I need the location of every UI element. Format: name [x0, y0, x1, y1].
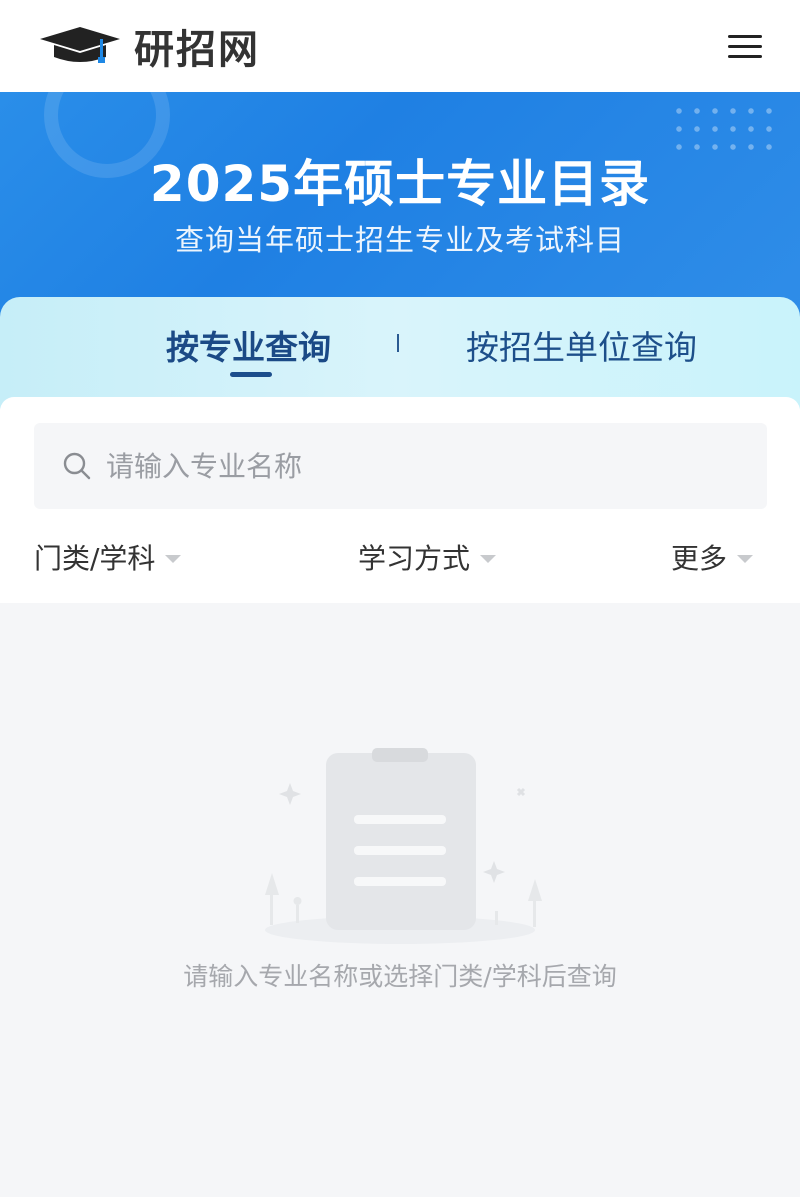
- empty-state-illustration: [265, 748, 542, 944]
- caret-down-icon: [737, 555, 754, 563]
- hero-banner: 2025年硕士专业目录 查询当年硕士招生专业及考试科目: [0, 92, 800, 318]
- hamburger-menu-icon: [728, 35, 762, 38]
- tab-divider: [397, 334, 399, 352]
- site-logo[interactable]: 研招网: [36, 17, 260, 75]
- search-icon: [63, 452, 91, 480]
- graduation-cap-icon: [40, 27, 120, 63]
- banner-title: 2025年硕士专业目录: [149, 155, 651, 213]
- tab-by-institution[interactable]: 按招生单位查询: [466, 321, 697, 369]
- caret-down-icon: [165, 555, 182, 563]
- top-navigation-bar: 研招网: [0, 0, 800, 92]
- filter-study-mode[interactable]: 学习方式: [358, 537, 497, 577]
- menu-button[interactable]: [728, 31, 764, 61]
- query-mode-tabs: 按专业查询 按招生单位查询: [0, 297, 800, 409]
- search-box[interactable]: [34, 423, 767, 509]
- filter-label: 门类/学科: [34, 542, 156, 575]
- banner-subtitle: 查询当年硕士招生专业及考试科目: [174, 223, 625, 257]
- filter-label: 学习方式: [358, 542, 471, 575]
- tab-by-major[interactable]: 按专业查询: [166, 321, 331, 369]
- filter-label: 更多: [671, 542, 728, 575]
- active-tab-indicator: [230, 372, 272, 377]
- caret-down-icon: [480, 555, 497, 563]
- filter-more[interactable]: 更多: [671, 537, 754, 577]
- logo-text: 研招网: [134, 26, 260, 73]
- filter-category-discipline[interactable]: 门类/学科: [34, 537, 182, 577]
- search-panel: 门类/学科 学习方式 更多: [0, 397, 800, 603]
- search-input[interactable]: [106, 449, 706, 483]
- empty-state-message: 请输入专业名称或选择门类/学科后查询: [183, 962, 617, 991]
